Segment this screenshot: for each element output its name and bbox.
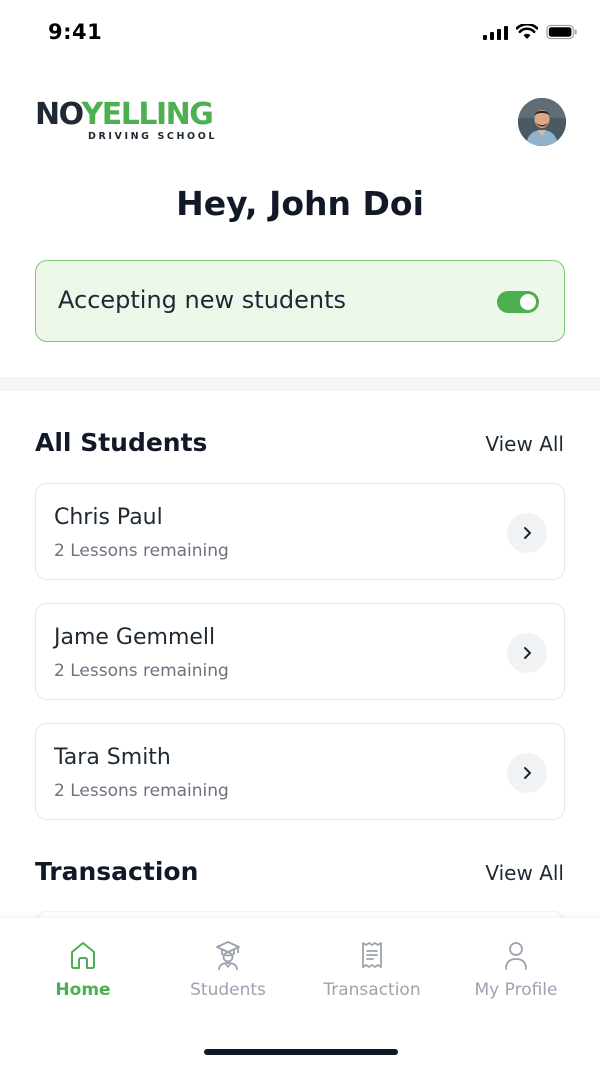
student-name: Tara Smith (54, 745, 171, 770)
student-name: Chris Paul (54, 505, 163, 530)
nav-students-label: Students (190, 980, 266, 1000)
open-student-button[interactable] (507, 633, 547, 673)
lessons-remaining: 2 Lessons remaining (54, 661, 229, 681)
status-icons (483, 24, 578, 40)
nav-home-label: Home (55, 980, 111, 1000)
chevron-right-icon (524, 647, 531, 659)
receipt-icon (362, 942, 382, 968)
student-name: Jame Gemmell (54, 625, 216, 650)
lessons-remaining: 2 Lessons remaining (54, 541, 229, 561)
bottom-nav: Home Students Transaction My Profile (0, 918, 600, 1068)
home-icon (71, 942, 95, 969)
greeting-title: Hey, John Doi (176, 184, 424, 223)
student-card[interactable]: Tara Smith 2 Lessons remaining (35, 723, 565, 820)
status-time: 9:41 (48, 20, 103, 44)
logo-wordmark: NOYELLING (35, 100, 215, 130)
lessons-remaining: 2 Lessons remaining (54, 781, 229, 801)
status-bar: 9:41 (0, 0, 600, 66)
avatar-photo (518, 98, 566, 146)
chevron-right-icon (524, 767, 531, 779)
chevron-right-icon (524, 527, 531, 539)
open-student-button[interactable] (507, 753, 547, 793)
accepting-students-label: Accepting new students (58, 286, 347, 314)
wifi-icon (516, 24, 538, 39)
students-view-all-link[interactable]: View All (485, 432, 564, 456)
open-student-button[interactable] (507, 513, 547, 553)
logo-subtitle: DRIVING SCHOOL (88, 131, 218, 142)
nav-home[interactable]: Home (8, 938, 158, 1000)
section-divider (0, 377, 600, 391)
student-card[interactable]: Chris Paul 2 Lessons remaining (35, 483, 565, 580)
signal-icon (483, 24, 508, 40)
graduate-icon (216, 941, 240, 971)
accepting-students-toggle[interactable] (497, 291, 539, 313)
transaction-view-all-link[interactable]: View All (485, 861, 564, 885)
nav-transaction-label: Transaction (323, 980, 421, 1000)
nav-my-profile[interactable]: My Profile (441, 938, 591, 1000)
nav-students[interactable]: Students (153, 938, 303, 1000)
nav-transaction[interactable]: Transaction (297, 938, 447, 1000)
logo-yelling: YELLING (81, 97, 214, 132)
school-logo: NOYELLING DRIVING SCHOOL (35, 100, 218, 143)
nav-my-profile-label: My Profile (474, 980, 558, 1000)
transaction-title: Transaction (35, 857, 199, 886)
profile-icon (505, 942, 527, 970)
all-students-title: All Students (35, 428, 208, 457)
student-card[interactable]: Jame Gemmell 2 Lessons remaining (35, 603, 565, 700)
student-list: Chris Paul 2 Lessons remaining Jame Gemm… (35, 483, 565, 843)
logo-no: NO (35, 97, 83, 132)
battery-icon (546, 24, 577, 40)
home-indicator (204, 1049, 398, 1055)
avatar[interactable] (518, 98, 566, 146)
accepting-students-card: Accepting new students (35, 260, 565, 342)
toggle-knob (520, 294, 536, 310)
